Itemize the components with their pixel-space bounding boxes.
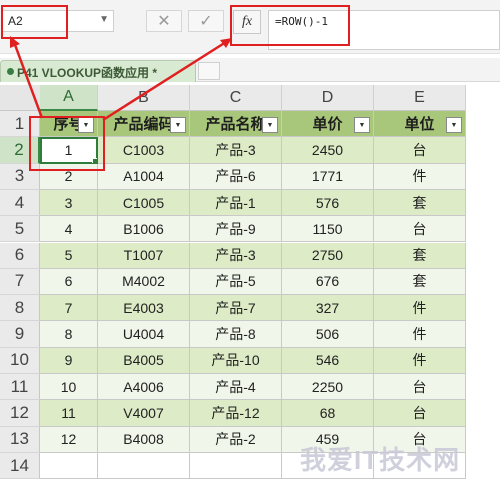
table-cell[interactable]: M4002 xyxy=(98,268,190,296)
row-header-11[interactable]: 11 xyxy=(0,374,40,401)
sheet-status-icon xyxy=(7,68,14,75)
table-cell[interactable]: 件 xyxy=(374,295,466,322)
table-header-cell[interactable]: 产品编码 ▼ xyxy=(98,111,190,138)
table-cell[interactable]: 套 xyxy=(374,189,466,217)
row-header-7[interactable]: 7 xyxy=(0,268,40,296)
table-cell[interactable]: 产品-9 xyxy=(190,216,282,243)
table-header-cell[interactable]: 单价 ▼ xyxy=(282,111,374,138)
table-cell[interactable]: B1006 xyxy=(98,216,190,243)
row-header-13[interactable]: 13 xyxy=(0,426,40,453)
empty-cell[interactable] xyxy=(40,452,98,480)
table-cell[interactable]: 12 xyxy=(40,426,98,453)
table-cell[interactable]: B4008 xyxy=(98,426,190,453)
table-cell[interactable]: A1004 xyxy=(98,163,190,190)
table-cell[interactable]: 6 xyxy=(40,268,98,296)
table-cell[interactable]: C1003 xyxy=(98,137,190,164)
row-header-5[interactable]: 5 xyxy=(0,216,40,243)
table-cell[interactable]: 4 xyxy=(40,216,98,243)
column-header-e[interactable]: E xyxy=(374,85,466,111)
filter-dropdown-icon[interactable]: ▼ xyxy=(170,117,186,133)
table-cell[interactable]: 68 xyxy=(282,400,374,427)
table-cell[interactable]: C1005 xyxy=(98,189,190,217)
table-cell[interactable]: 1771 xyxy=(282,163,374,190)
table-cell[interactable]: 套 xyxy=(374,268,466,296)
cell-highlight xyxy=(29,116,105,171)
filter-dropdown-icon[interactable]: ▼ xyxy=(354,117,370,133)
table-cell[interactable]: 产品-1 xyxy=(190,189,282,217)
filter-dropdown-icon[interactable]: ▼ xyxy=(446,117,462,133)
row-header-14[interactable]: 14 xyxy=(0,452,40,480)
column-header-d[interactable]: D xyxy=(282,85,374,111)
table-cell[interactable]: 台 xyxy=(374,216,466,243)
cancel-button[interactable]: ✕ xyxy=(146,10,182,32)
table-cell[interactable]: 8 xyxy=(40,321,98,348)
table-cell[interactable]: V4007 xyxy=(98,400,190,427)
table-cell[interactable]: 2750 xyxy=(282,242,374,269)
table-cell[interactable]: 7 xyxy=(40,295,98,322)
column-header-b[interactable]: B xyxy=(98,85,190,111)
table-cell[interactable]: 1150 xyxy=(282,216,374,243)
table-cell[interactable]: 产品-6 xyxy=(190,163,282,190)
table-cell[interactable]: 件 xyxy=(374,347,466,374)
table-cell[interactable]: 3 xyxy=(40,189,98,217)
table-cell[interactable]: 产品-12 xyxy=(190,400,282,427)
table-cell[interactable]: 件 xyxy=(374,163,466,190)
table-cell[interactable]: 产品-5 xyxy=(190,268,282,296)
table-cell[interactable]: 10 xyxy=(40,374,98,401)
table-cell[interactable]: 676 xyxy=(282,268,374,296)
empty-cell[interactable] xyxy=(190,452,282,480)
table-cell[interactable]: 9 xyxy=(40,347,98,374)
table-cell[interactable]: 台 xyxy=(374,374,466,401)
filter-dropdown-icon[interactable]: ▼ xyxy=(262,117,278,133)
table-cell[interactable]: 546 xyxy=(282,347,374,374)
row-header-9[interactable]: 9 xyxy=(0,321,40,348)
table-cell[interactable]: 506 xyxy=(282,321,374,348)
sheet-tab-label: P41 VLOOKUP函数应用 * xyxy=(17,66,158,80)
row-header-6[interactable]: 6 xyxy=(0,242,40,269)
row-header-4[interactable]: 4 xyxy=(0,189,40,217)
table-cell[interactable]: 11 xyxy=(40,400,98,427)
column-header-c[interactable]: C xyxy=(190,85,282,111)
select-all-corner[interactable] xyxy=(0,85,41,111)
table-cell[interactable]: T1007 xyxy=(98,242,190,269)
new-tab-button[interactable] xyxy=(198,62,220,80)
table-cell[interactable]: 台 xyxy=(374,400,466,427)
row-header-12[interactable]: 12 xyxy=(0,400,40,427)
column-header-a[interactable]: A xyxy=(40,85,98,111)
row-header-10[interactable]: 10 xyxy=(0,347,40,374)
table-cell[interactable]: 2250 xyxy=(282,374,374,401)
table-cell[interactable]: A4006 xyxy=(98,374,190,401)
table-cell[interactable]: 327 xyxy=(282,295,374,322)
table-cell[interactable]: 产品-3 xyxy=(190,137,282,164)
table-cell[interactable]: 2450 xyxy=(282,137,374,164)
check-icon: ✓ xyxy=(199,13,213,30)
table-cell[interactable]: 台 xyxy=(374,137,466,164)
table-cell[interactable]: B4005 xyxy=(98,347,190,374)
table-cell[interactable]: 产品-10 xyxy=(190,347,282,374)
table-cell[interactable]: 套 xyxy=(374,242,466,269)
table-cell[interactable]: 件 xyxy=(374,321,466,348)
enter-button[interactable]: ✓ xyxy=(188,10,224,32)
chevron-down-icon[interactable]: ▼ xyxy=(99,14,109,25)
sheet-tab[interactable]: P41 VLOOKUP函数应用 * xyxy=(0,60,196,82)
table-cell[interactable]: 产品-7 xyxy=(190,295,282,322)
table-cell[interactable]: E4003 xyxy=(98,295,190,322)
table-cell[interactable]: 产品-4 xyxy=(190,374,282,401)
empty-cell[interactable] xyxy=(98,452,190,480)
formula-highlight xyxy=(230,5,350,46)
row-header-8[interactable]: 8 xyxy=(0,295,40,322)
name-box-highlight xyxy=(1,5,68,39)
table-cell[interactable]: 产品-3 xyxy=(190,242,282,269)
table-cell[interactable]: 产品-8 xyxy=(190,321,282,348)
watermark: 我爱IT技术网 xyxy=(300,445,461,475)
table-header-cell[interactable]: 产品名称 ▼ xyxy=(190,111,282,138)
table-cell[interactable]: U4004 xyxy=(98,321,190,348)
table-cell[interactable]: 576 xyxy=(282,189,374,217)
table-cell[interactable]: 5 xyxy=(40,242,98,269)
table-cell[interactable]: 产品-2 xyxy=(190,426,282,453)
close-icon: ✕ xyxy=(157,13,171,30)
table-header-cell[interactable]: 单位 ▼ xyxy=(374,111,466,138)
